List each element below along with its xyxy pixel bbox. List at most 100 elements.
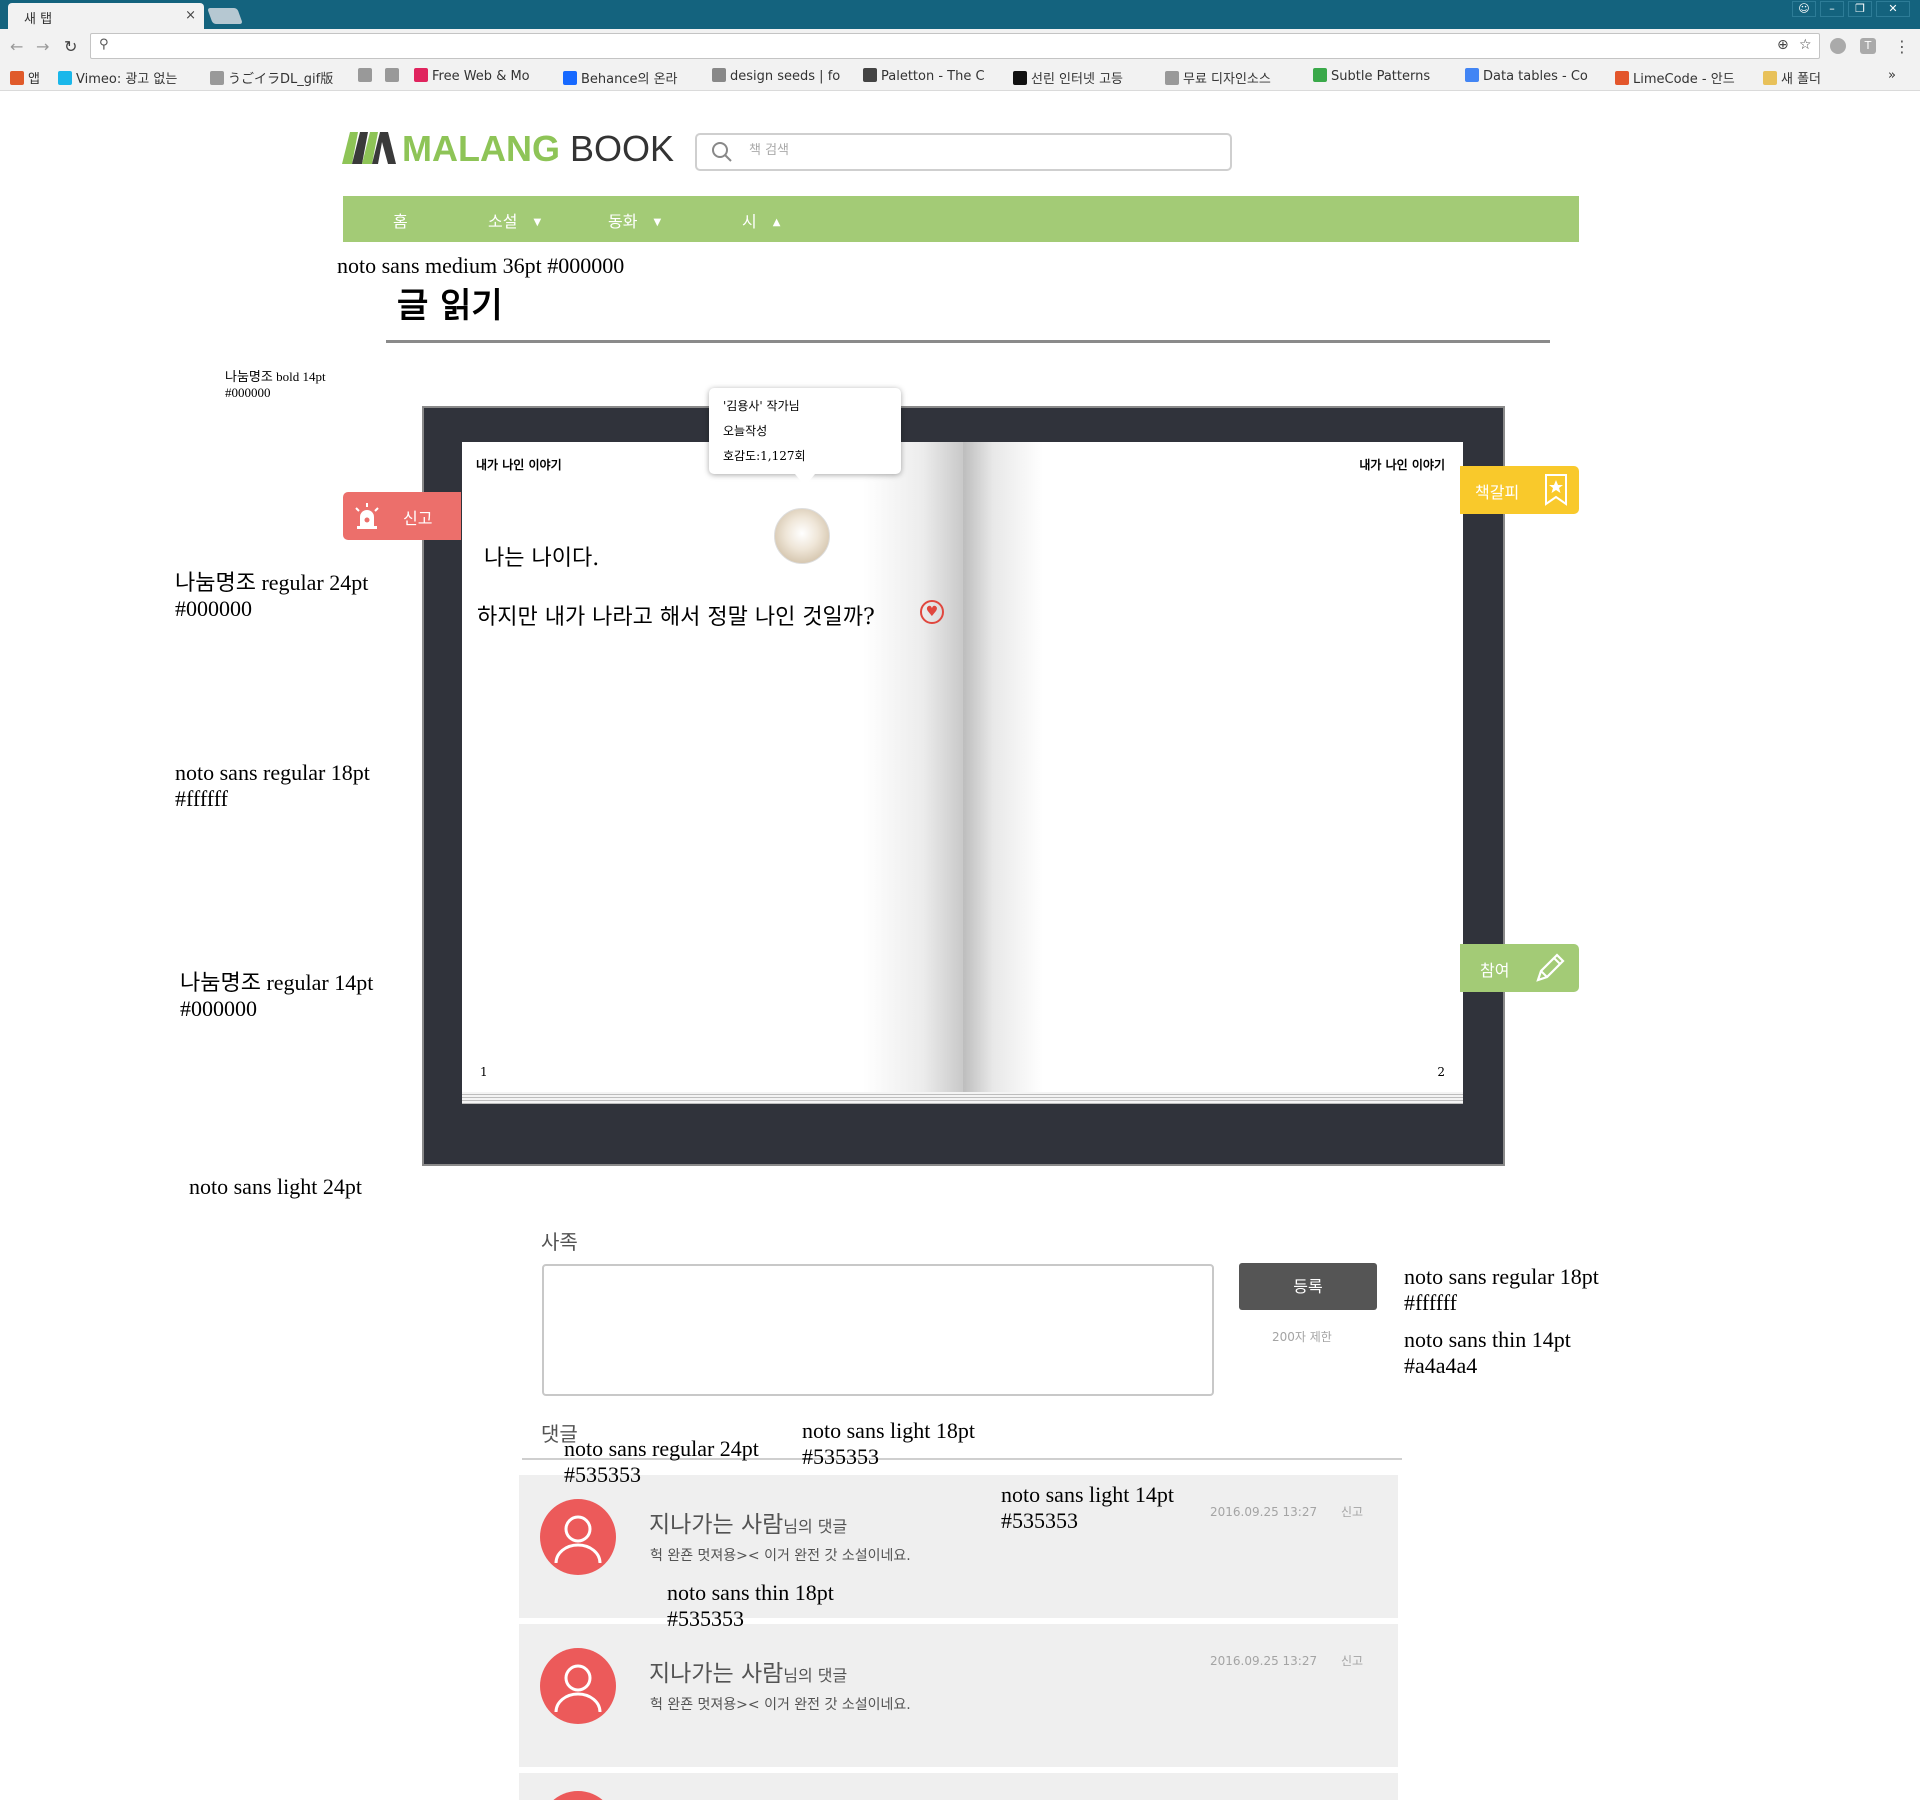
annotation-line: noto sans regular 18pt xyxy=(1404,1264,1599,1289)
annotation-line: #000000 xyxy=(225,384,271,400)
nav-item-home[interactable]: 홈 xyxy=(393,208,408,232)
bookmark-item[interactable]: Free Web & Mo xyxy=(414,68,530,84)
bookmark-item[interactable]: Subtle Patterns xyxy=(1313,68,1430,84)
tab-close-icon[interactable]: × xyxy=(185,8,196,23)
comment-item: 지나가는 사람님의 댓글 헉 완죤 멋져용>< 이거 완전 갓 소설이네요. 2… xyxy=(519,1624,1398,1767)
bookmark-label: うごイラDL_gif版 xyxy=(228,72,334,87)
new-tab-button[interactable] xyxy=(207,8,243,24)
annotation-line: noto sans regular 18pt xyxy=(175,760,370,785)
restore-icon[interactable]: ❐ xyxy=(1848,1,1872,17)
report-label: 신고 xyxy=(403,509,433,528)
author-avatar[interactable] xyxy=(774,508,830,564)
more-bookmarks-icon[interactable]: » xyxy=(1888,68,1896,83)
search-icon xyxy=(712,142,732,162)
nav-item-novel[interactable]: 소설 ▼ xyxy=(488,208,541,232)
bookmark-item[interactable] xyxy=(358,68,376,84)
annotation-line: #535353 xyxy=(802,1444,879,1470)
bookmark-label: Data tables - Co xyxy=(1483,69,1588,84)
extension-t-icon[interactable]: T xyxy=(1860,38,1876,54)
annotation-comments-title-font: noto sans regular 24pt #535353 xyxy=(564,1436,759,1489)
bookmark-item[interactable]: LimeCode - 안드 xyxy=(1615,68,1735,87)
annotation-line: #535353 xyxy=(667,1606,744,1632)
comment-item xyxy=(519,1773,1398,1800)
comment-report-link[interactable]: 신고 xyxy=(1341,1503,1363,1520)
close-window-icon[interactable]: ✕ xyxy=(1876,1,1910,17)
bookmark-item[interactable] xyxy=(385,68,403,84)
book-search[interactable] xyxy=(695,133,1232,171)
annotation-line: #a4a4a4 xyxy=(1404,1353,1478,1379)
annotation-line: 나눔명조 regular 24pt xyxy=(175,570,369,595)
book-page-left[interactable]: 내가 나인 이야기 나는 나이다. 하지만 내가 나라고 해서 정말 나인 것일… xyxy=(462,442,963,1092)
bookmark-item[interactable]: Data tables - Co xyxy=(1465,68,1588,84)
comment-author-suffix: 님의 댓글 xyxy=(783,1666,848,1685)
pencil-icon xyxy=(1536,953,1565,982)
comment-body: 헉 완죤 멋져용>< 이거 완전 갓 소설이네요. xyxy=(650,1697,911,1713)
logo-brand: MALANG xyxy=(402,128,560,169)
bookmark-item[interactable]: design seeds | fo xyxy=(712,68,840,84)
book-page-right[interactable]: 내가 나인 이야기 2 xyxy=(963,442,1463,1092)
bookmark-label: Free Web & Mo xyxy=(432,69,530,84)
main-nav: 홈 소설 ▼ 동화 ▼ 시 ▲ xyxy=(343,196,1579,242)
user-avatar-icon xyxy=(540,1791,616,1800)
address-bar[interactable]: ⚲ ⊕ ☆ xyxy=(90,33,1820,59)
annotation-line: noto sans regular 24pt xyxy=(564,1436,759,1461)
bookmark-item[interactable]: 선린 인터넷 고등 xyxy=(1013,68,1123,87)
chevron-down-icon: ▼ xyxy=(653,217,662,228)
bookmark-item[interactable]: Vimeo: 광고 없는 xyxy=(58,68,177,87)
author-tooltip: '김용사' 작가님 오늘작성 호감도:1,127회 xyxy=(709,388,901,486)
page-number: 2 xyxy=(1437,1065,1445,1079)
nav-label: 소설 xyxy=(488,212,518,231)
behance-icon xyxy=(563,71,577,85)
bookmark-item[interactable]: 무료 디자인소스 xyxy=(1165,68,1271,87)
extension-globe-icon[interactable] xyxy=(1830,38,1846,54)
annotation-line: 나눔명조 regular 14pt xyxy=(180,970,374,995)
page-title: 글 읽기 xyxy=(397,286,503,326)
profile-icon[interactable]: ☺ xyxy=(1792,1,1816,17)
bookmark-label: 책갈피 xyxy=(1475,483,1520,502)
annotation-line: #535353 xyxy=(564,1462,641,1488)
chevron-down-icon: ▼ xyxy=(533,217,542,228)
nav-item-fairytale[interactable]: 동화 ▼ xyxy=(608,208,661,232)
page-icon xyxy=(358,68,372,82)
logo-word: BOOK xyxy=(570,128,675,169)
join-button[interactable]: 참여 xyxy=(1460,944,1579,992)
zoom-icon[interactable]: ⊕ xyxy=(1777,37,1789,53)
bookmark-label: design seeds | fo xyxy=(730,69,841,84)
bookmark-item[interactable]: Behance의 온라 xyxy=(563,68,678,87)
comment-textarea[interactable] xyxy=(542,1264,1214,1396)
bookmark-label: Paletton - The C xyxy=(881,69,985,84)
annotation-limit-font: noto sans thin 14pt #a4a4a4 xyxy=(1404,1327,1571,1380)
nav-label: 홈 xyxy=(393,212,408,231)
menu-icon[interactable]: ⋮ xyxy=(1894,37,1910,56)
user-avatar-icon xyxy=(540,1648,616,1724)
comment-report-link[interactable]: 신고 xyxy=(1341,1652,1363,1669)
bookmark-item[interactable]: Paletton - The C xyxy=(863,68,985,84)
comment-date: 2016.09.25 13:27 xyxy=(1210,1654,1318,1668)
star-icon[interactable]: ☆ xyxy=(1799,37,1812,53)
design-seeds-icon xyxy=(712,68,726,82)
browser-tab[interactable]: 새 탭 × xyxy=(8,3,204,29)
heart-icon[interactable]: ♥ xyxy=(920,600,944,624)
nav-item-poem[interactable]: 시 ▲ xyxy=(742,208,780,232)
reload-icon[interactable]: ↻ xyxy=(64,37,77,56)
browser-tab-strip: 새 탭 × ☺ – ❐ ✕ xyxy=(0,0,1920,29)
apps-grid-icon xyxy=(10,71,24,85)
bookmark-label: Subtle Patterns xyxy=(1331,69,1431,84)
tooltip-author: '김용사' 작가님 xyxy=(723,399,800,413)
forward-icon[interactable]: → xyxy=(36,37,49,56)
comment-item: 지나가는 사람님의 댓글 헉 완죤 멋져용>< 이거 완전 갓 소설이네요. 2… xyxy=(519,1475,1398,1618)
search-input[interactable] xyxy=(749,143,1209,158)
bookmark-label: 새 폴더 xyxy=(1781,72,1822,87)
back-icon[interactable]: ← xyxy=(10,37,23,56)
submit-button[interactable]: 등록 xyxy=(1239,1263,1377,1310)
minimize-icon[interactable]: – xyxy=(1820,1,1844,17)
bookmark-item[interactable]: うごイラDL_gif版 xyxy=(210,68,333,87)
bookmark-item[interactable]: 앱 xyxy=(10,68,40,87)
annotation-label-font: noto sans light 24pt xyxy=(189,1174,362,1199)
bookmark-button[interactable]: 책갈피 xyxy=(1460,466,1579,514)
report-button[interactable]: 신고 xyxy=(343,492,461,540)
annotation-line: #535353 xyxy=(1001,1508,1078,1534)
annotation-line: #ffffff xyxy=(1404,1290,1457,1316)
bookmark-item[interactable]: 새 폴더 xyxy=(1763,68,1821,87)
annotation-body-thin-font: noto sans thin 18pt #535353 xyxy=(667,1580,834,1633)
